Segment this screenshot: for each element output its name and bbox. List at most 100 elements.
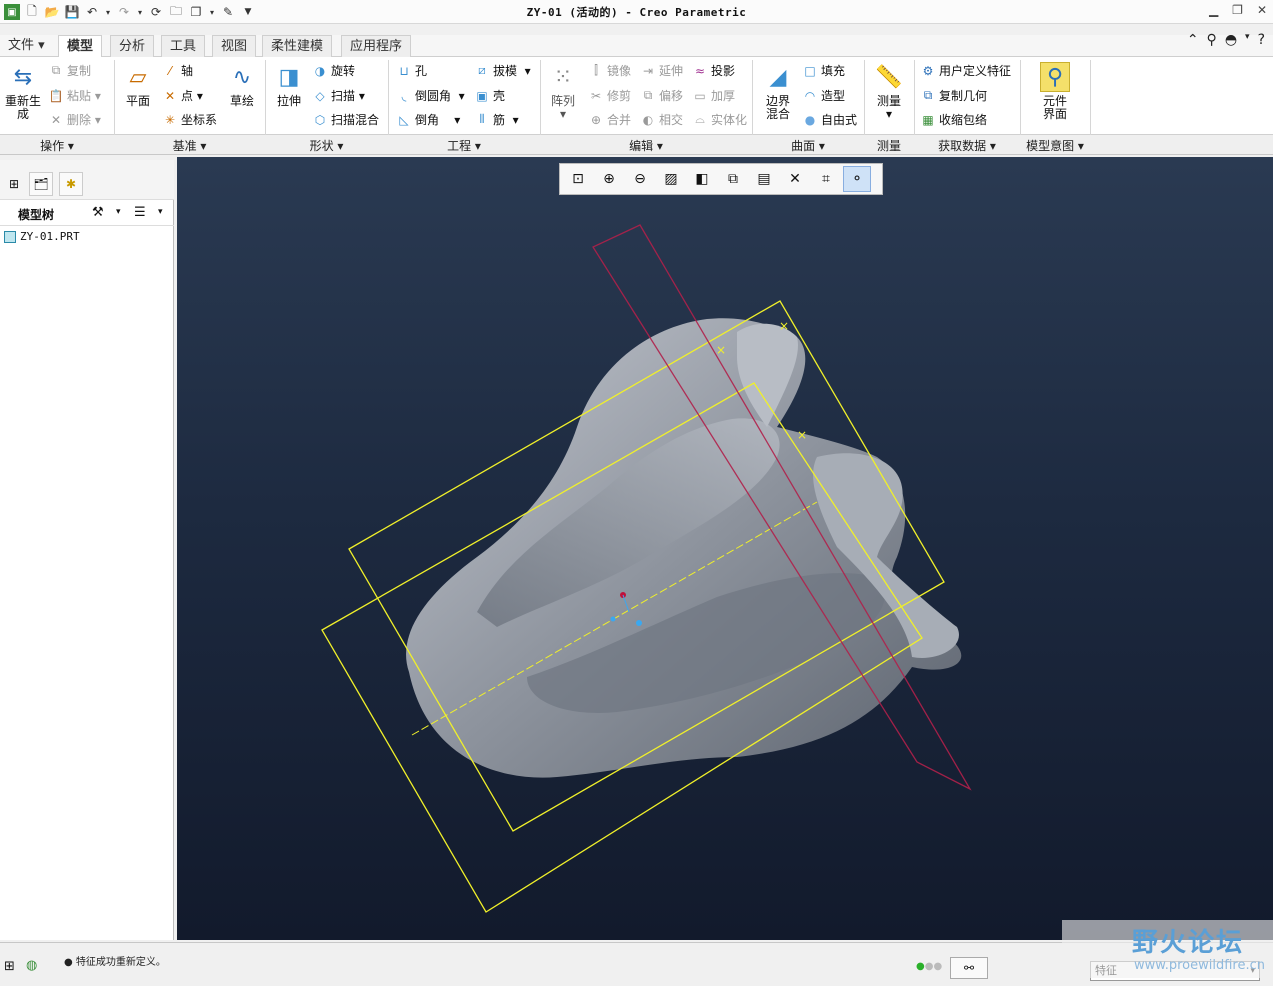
copy-geometry-button[interactable]: ⧉ 复制几何 — [920, 87, 987, 104]
trim-icon: ✂ — [590, 88, 602, 103]
folder-browser-tab-icon[interactable]: 🗂 — [29, 172, 53, 196]
ribbon-group-labels: 操作 ▾ 基准 ▾ 形状 ▾ 工程 ▾ 编辑 ▾ 曲面 ▾ 测量 获取数据 ▾ … — [0, 135, 1273, 155]
watermark-logo: 野火论坛 www.proewildfire.cn — [1062, 920, 1273, 978]
copy-button[interactable]: ⧉ 复制 — [48, 62, 91, 79]
ribbon-tabs: 文件 ▾ 模型 分析 工具 视图 柔性建模 应用程序 — [0, 35, 1273, 58]
hole-button[interactable]: ⊔ 孔 — [396, 62, 427, 79]
group-label-datum[interactable]: 基准 ▾ — [114, 137, 265, 154]
search-icon[interactable]: ⚲ — [1207, 32, 1217, 48]
navigator-toggle-icon[interactable]: ⊞ — [4, 959, 15, 974]
paste-button[interactable]: 📋 粘贴 ▾ — [48, 87, 101, 104]
offset-button[interactable]: ⧉ 偏移 — [640, 87, 683, 104]
solidify-button[interactable]: ⌓ 实体化 — [692, 111, 747, 128]
group-label-editing[interactable]: 编辑 ▾ — [540, 137, 752, 154]
component-interface-button[interactable]: ⚲ 元件界面 — [1032, 62, 1078, 121]
tab-applications[interactable]: 应用程序 — [341, 35, 412, 57]
minimize-icon[interactable]: ▁ — [1209, 3, 1218, 17]
view-manager-icon[interactable]: ▤ — [750, 166, 778, 192]
favorites-tab-icon[interactable]: ✱ — [59, 172, 83, 196]
shrinkwrap-label: 收缩包络 — [939, 113, 988, 127]
group-label-get-data[interactable]: 获取数据 ▾ — [914, 137, 1020, 154]
find-icon[interactable]: ⚯ — [950, 957, 988, 979]
collapse-ribbon-icon[interactable]: ⌃ — [1187, 32, 1199, 48]
model-tree-tab-icon[interactable]: ⊞ — [2, 172, 26, 196]
extrude-label: 拉伸 — [276, 94, 301, 108]
fill-button[interactable]: □ 填充 — [802, 62, 845, 79]
rib-label: 筋 — [493, 113, 506, 127]
group-label-engineering[interactable]: 工程 ▾ — [388, 137, 540, 154]
tab-view[interactable]: 视图 — [212, 35, 257, 57]
measure-button[interactable]: 📏 测量 ▾ — [868, 62, 910, 121]
project-button[interactable]: ≈ 投影 — [692, 62, 735, 79]
intersect-button[interactable]: ◐ 相交 — [640, 111, 683, 128]
axis-button[interactable]: ⁄ 轴 — [162, 62, 193, 79]
display-style-icon[interactable]: ◧ — [688, 166, 716, 192]
repaint-icon[interactable]: ▨ — [657, 166, 685, 192]
intersect-icon: ◐ — [642, 112, 654, 127]
group-label-model-intent[interactable]: 模型意图 ▾ — [1020, 137, 1090, 154]
draft-button[interactable]: ⧄ 拔模 ▾ — [474, 62, 531, 79]
revolve-button[interactable]: ◑ 旋转 — [312, 62, 355, 79]
style-button[interactable]: ◠ 造型 — [802, 87, 845, 104]
csys-button[interactable]: ✳ 坐标系 — [162, 111, 217, 128]
point-button[interactable]: ✕ 点 ▾ — [162, 87, 203, 104]
spin-center-icon[interactable]: ⚬ — [843, 166, 871, 192]
datum-display-filters-icon[interactable]: ✕ — [781, 166, 809, 192]
zoom-out-icon[interactable]: ⊖ — [626, 166, 654, 192]
tree-item-part[interactable]: ZY-01.PRT — [4, 230, 80, 243]
merge-button[interactable]: ⊕ 合并 — [588, 111, 631, 128]
udf-button[interactable]: ⚙ 用户定义特征 — [920, 62, 1011, 79]
ruler-icon: 📏 — [875, 64, 903, 90]
sweep-button[interactable]: ◇ 扫描 ▾ — [312, 87, 364, 104]
tab-analysis[interactable]: 分析 — [110, 35, 155, 57]
rib-button[interactable]: ⫴ 筋 ▾ — [474, 111, 518, 128]
refit-icon[interactable]: ⊡ — [564, 166, 592, 192]
help-icon[interactable]: ? — [1258, 32, 1265, 48]
community-dropdown-icon[interactable]: ▾ — [1245, 32, 1250, 48]
saved-orientations-icon[interactable]: ⧉ — [719, 166, 747, 192]
swept-blend-button[interactable]: ⬡ 扫描混合 — [312, 111, 379, 128]
component-interface-icon: ⚲ — [1040, 62, 1070, 92]
udf-label: 用户定义特征 — [939, 64, 1012, 78]
tab-tools[interactable]: 工具 — [161, 35, 206, 57]
tab-flexible-modeling[interactable]: 柔性建模 — [262, 35, 333, 57]
trim-button[interactable]: ✂ 修剪 — [588, 87, 631, 104]
freestyle-button[interactable]: ● 自由式 — [802, 111, 857, 128]
browser-toggle-icon[interactable]: ◍ — [26, 958, 37, 973]
shrinkwrap-button[interactable]: ▦ 收缩包络 — [920, 111, 987, 128]
delete-button[interactable]: ✕ 删除 ▾ — [48, 111, 101, 128]
community-icon[interactable]: ◓ — [1225, 32, 1237, 48]
round-button[interactable]: ◟ 倒圆角 ▾ — [396, 87, 465, 104]
plane-button[interactable]: ▱ 平面 — [118, 62, 158, 108]
mirror-button[interactable]: ⫿ 镜像 — [588, 62, 631, 79]
regenerate-label: 重新生成 — [4, 94, 41, 121]
group-label-operations[interactable]: 操作 ▾ — [0, 137, 114, 154]
sketch-button[interactable]: ∿ 草绘 — [222, 62, 262, 108]
tab-model[interactable]: 模型 — [58, 35, 103, 58]
group-label-surfaces[interactable]: 曲面 ▾ — [752, 137, 864, 154]
graphics-viewport[interactable]: × × × ⊡ ⊕ ⊖ ▨ ◧ ⧉ ▤ ✕ ⌗ ⚬ — [177, 157, 1273, 940]
extrude-button[interactable]: ◨ 拉伸 — [269, 62, 309, 108]
regenerate-button[interactable]: ⇆ 重新生成 — [2, 62, 44, 121]
extend-button[interactable]: ⇥ 延伸 — [640, 62, 683, 79]
pattern-button[interactable]: ⁙ 阵列 ▾ — [546, 62, 580, 121]
tree-settings-dropdown-icon[interactable]: ▾ — [116, 207, 121, 217]
part-model[interactable] — [406, 318, 962, 778]
tab-file[interactable]: 文件 ▾ — [0, 35, 53, 57]
chamfer-label: 倒角 — [415, 113, 440, 127]
boundary-blend-button[interactable]: ◢ 边界混合 — [758, 62, 798, 121]
shell-button[interactable]: ▣ 壳 — [474, 87, 505, 104]
chamfer-button[interactable]: ◺ 倒角 ▾ — [396, 111, 460, 128]
status-message: ● 特征成功重新定义。 — [64, 957, 166, 968]
tree-settings-icon[interactable]: ⚒ — [92, 205, 104, 220]
restore-icon[interactable]: ❐ — [1232, 3, 1243, 17]
annotation-display-icon[interactable]: ⌗ — [812, 166, 840, 192]
close-icon[interactable]: ✕ — [1257, 3, 1267, 17]
zoom-in-icon[interactable]: ⊕ — [595, 166, 623, 192]
thicken-button[interactable]: ▭ 加厚 — [692, 87, 735, 104]
hole-label: 孔 — [415, 64, 428, 78]
group-label-text: 工程 — [447, 139, 472, 153]
tree-show-dropdown-icon[interactable]: ▾ — [158, 207, 163, 217]
tree-show-icon[interactable]: ☰ — [134, 205, 146, 220]
group-label-shapes[interactable]: 形状 ▾ — [265, 137, 388, 154]
